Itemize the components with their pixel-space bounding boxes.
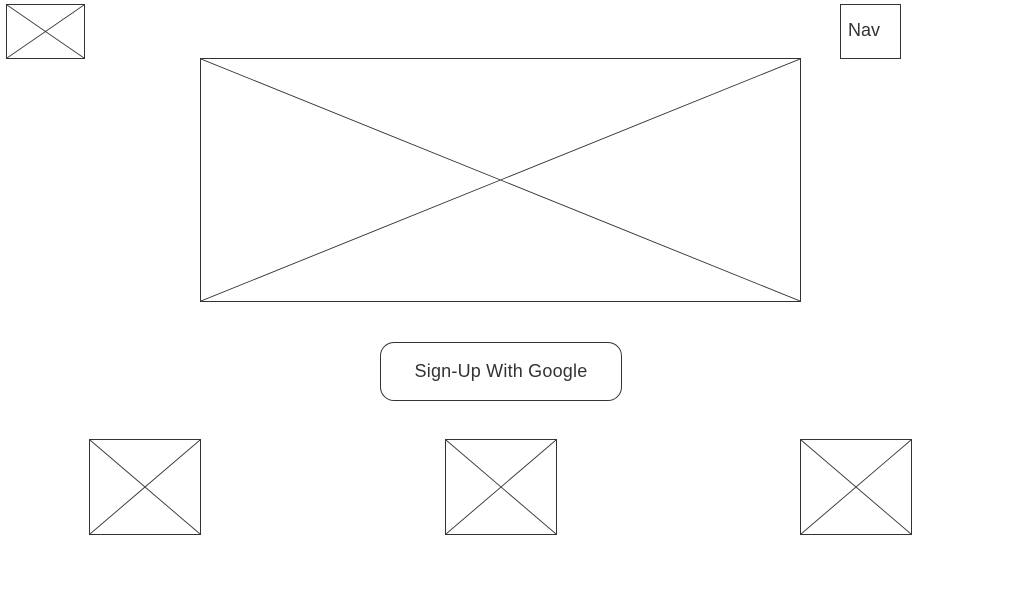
logo-image-placeholder (6, 4, 85, 59)
nav-label: Nav (848, 20, 881, 40)
image-placeholder-icon (446, 440, 556, 534)
feature-image-placeholder-3 (800, 439, 912, 535)
feature-image-placeholder-2 (445, 439, 557, 535)
nav-button[interactable]: Nav (840, 4, 901, 59)
image-placeholder-icon (7, 5, 84, 58)
signup-with-google-button[interactable]: Sign-Up With Google (380, 342, 622, 401)
image-placeholder-icon (90, 440, 200, 534)
feature-image-placeholder-1 (89, 439, 201, 535)
image-placeholder-icon (801, 440, 911, 534)
signup-button-label: Sign-Up With Google (414, 361, 588, 381)
image-placeholder-icon (201, 59, 800, 301)
hero-image-placeholder (200, 58, 801, 302)
